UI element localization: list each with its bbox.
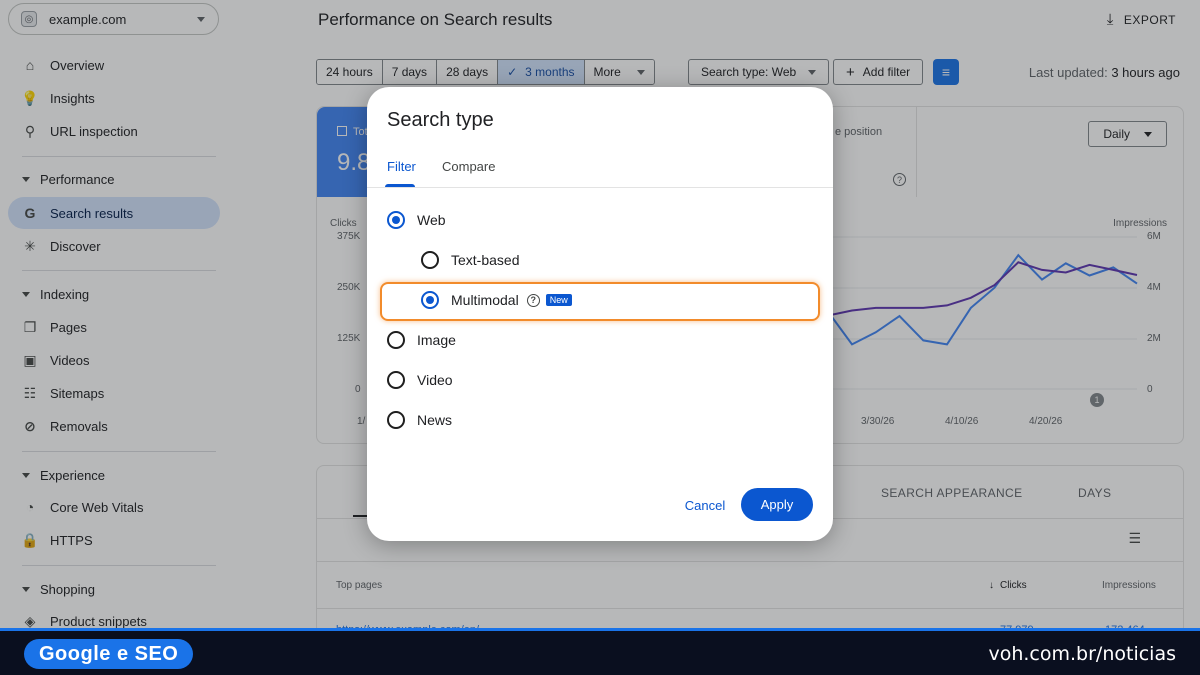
option-label: Video: [417, 372, 453, 388]
apply-button[interactable]: Apply: [741, 488, 813, 521]
option-label: Web: [417, 212, 446, 228]
option-image[interactable]: Image: [387, 328, 456, 352]
option-news[interactable]: News: [387, 408, 452, 432]
option-web[interactable]: Web: [387, 208, 446, 232]
dialog-title: Search type: [387, 109, 494, 131]
radio-selected[interactable]: [387, 211, 405, 229]
radio-unselected[interactable]: [387, 371, 405, 389]
tab-filter[interactable]: Filter: [387, 159, 416, 174]
option-text-based[interactable]: Text-based: [421, 248, 519, 272]
search-type-dialog: Search type Filter Compare Web Text-base…: [367, 87, 833, 541]
option-label: Image: [417, 332, 456, 348]
help-icon[interactable]: ?: [526, 293, 540, 307]
option-label: Multimodal: [451, 292, 519, 308]
cancel-button[interactable]: Cancel: [675, 490, 735, 520]
radio-selected[interactable]: [421, 291, 439, 309]
banner-url: voh.com.br/noticias: [988, 643, 1176, 665]
tab-compare[interactable]: Compare: [442, 159, 495, 174]
radio-unselected[interactable]: [387, 331, 405, 349]
dialog-divider: [367, 187, 833, 188]
banner-tag: Google e SEO: [24, 639, 194, 669]
option-label: News: [417, 412, 453, 428]
option-label: Text-based: [451, 252, 520, 268]
radio-unselected[interactable]: [387, 411, 405, 429]
new-badge: New: [545, 294, 572, 306]
option-video[interactable]: Video: [387, 368, 453, 392]
option-multimodal[interactable]: Multimodal ? New: [421, 288, 572, 312]
radio-unselected[interactable]: [421, 251, 439, 269]
news-banner: Google e SEO voh.com.br/noticias: [0, 628, 1200, 675]
